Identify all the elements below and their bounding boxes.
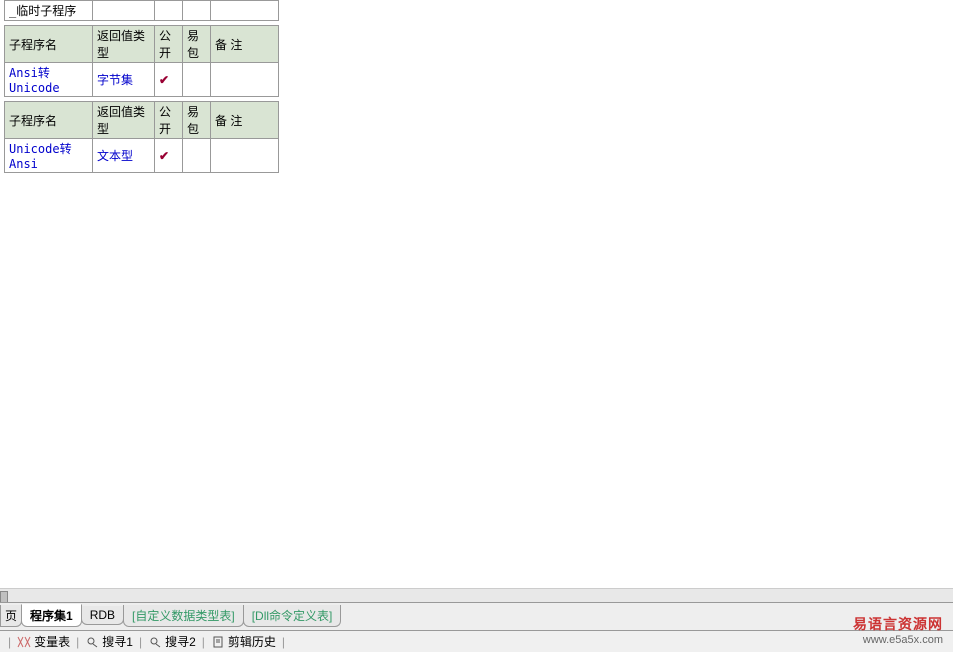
tab-program-set-1[interactable]: 程序集1 bbox=[21, 604, 82, 627]
search-icon bbox=[85, 636, 99, 648]
table-unicode-to-ansi: 子程序名 返回值类型 公开 易包 备 注 Unicode转Ansi 文本型 ✔ bbox=[4, 101, 279, 173]
table-temp-sub: _临时子程序 bbox=[4, 0, 279, 21]
return-type[interactable]: 文本型 bbox=[93, 139, 155, 173]
watermark-url: www.e5a5x.com bbox=[853, 634, 943, 646]
separator: | bbox=[139, 635, 142, 649]
public-check[interactable]: ✔ bbox=[155, 63, 183, 97]
clipboard-icon bbox=[211, 636, 225, 648]
cell[interactable] bbox=[93, 1, 155, 21]
separator: | bbox=[202, 635, 205, 649]
header-return-type: 返回值类型 bbox=[93, 26, 155, 63]
clip-history-label: 剪辑历史 bbox=[228, 633, 276, 650]
search-1-label: 搜寻1 bbox=[102, 633, 133, 650]
bottom-toolbar: | 变量表 | 搜寻1 | 搜寻2 | 剪辑历史 | bbox=[0, 630, 953, 652]
header-pack: 易包 bbox=[183, 26, 211, 63]
file-tab-bar: 页 程序集1 RDB [自定义数据类型表] [Dll命令定义表] bbox=[0, 602, 953, 630]
clip-history-button[interactable]: 剪辑历史 bbox=[207, 633, 280, 650]
tab-page[interactable]: 页 bbox=[0, 605, 22, 627]
search-icon bbox=[148, 636, 162, 648]
search-1-button[interactable]: 搜寻1 bbox=[81, 633, 137, 650]
pack-cell[interactable] bbox=[183, 139, 211, 173]
separator: | bbox=[8, 635, 11, 649]
pack-cell[interactable] bbox=[183, 63, 211, 97]
tab-dll-command[interactable]: [Dll命令定义表] bbox=[243, 605, 342, 627]
table-row[interactable]: Unicode转Ansi 文本型 ✔ bbox=[5, 139, 279, 173]
cell[interactable] bbox=[155, 1, 183, 21]
sub-name[interactable]: Unicode转Ansi bbox=[5, 139, 93, 173]
separator: | bbox=[282, 635, 285, 649]
public-check[interactable]: ✔ bbox=[155, 139, 183, 173]
editor-content: _临时子程序 子程序名 返回值类型 公开 易包 备 注 Ansi转Unicode… bbox=[0, 0, 953, 173]
return-type[interactable]: 字节集 bbox=[93, 63, 155, 97]
header-name: 子程序名 bbox=[5, 102, 93, 139]
remark-cell[interactable] bbox=[211, 63, 279, 97]
watermark-title: 易语言资源网 bbox=[853, 614, 943, 634]
variable-table-icon bbox=[17, 636, 31, 648]
tab-rdb[interactable]: RDB bbox=[81, 606, 124, 625]
header-remark: 备 注 bbox=[211, 102, 279, 139]
search-2-label: 搜寻2 bbox=[165, 633, 196, 650]
header-remark: 备 注 bbox=[211, 26, 279, 63]
cell[interactable] bbox=[183, 1, 211, 21]
search-2-button[interactable]: 搜寻2 bbox=[144, 633, 200, 650]
temp-sub-name[interactable]: _临时子程序 bbox=[5, 1, 93, 21]
header-pack: 易包 bbox=[183, 102, 211, 139]
header-public: 公开 bbox=[155, 102, 183, 139]
header-return-type: 返回值类型 bbox=[93, 102, 155, 139]
tab-custom-data-type[interactable]: [自定义数据类型表] bbox=[123, 605, 244, 627]
sub-name[interactable]: Ansi转Unicode bbox=[5, 63, 93, 97]
cell[interactable] bbox=[211, 1, 279, 21]
variable-table-label: 变量表 bbox=[34, 633, 70, 650]
variable-table-button[interactable]: 变量表 bbox=[13, 633, 74, 650]
header-name: 子程序名 bbox=[5, 26, 93, 63]
table-row[interactable]: Ansi转Unicode 字节集 ✔ bbox=[5, 63, 279, 97]
separator: | bbox=[76, 635, 79, 649]
header-public: 公开 bbox=[155, 26, 183, 63]
table-ansi-to-unicode: 子程序名 返回值类型 公开 易包 备 注 Ansi转Unicode 字节集 ✔ bbox=[4, 25, 279, 97]
watermark: 易语言资源网 www.e5a5x.com bbox=[853, 614, 943, 646]
remark-cell[interactable] bbox=[211, 139, 279, 173]
